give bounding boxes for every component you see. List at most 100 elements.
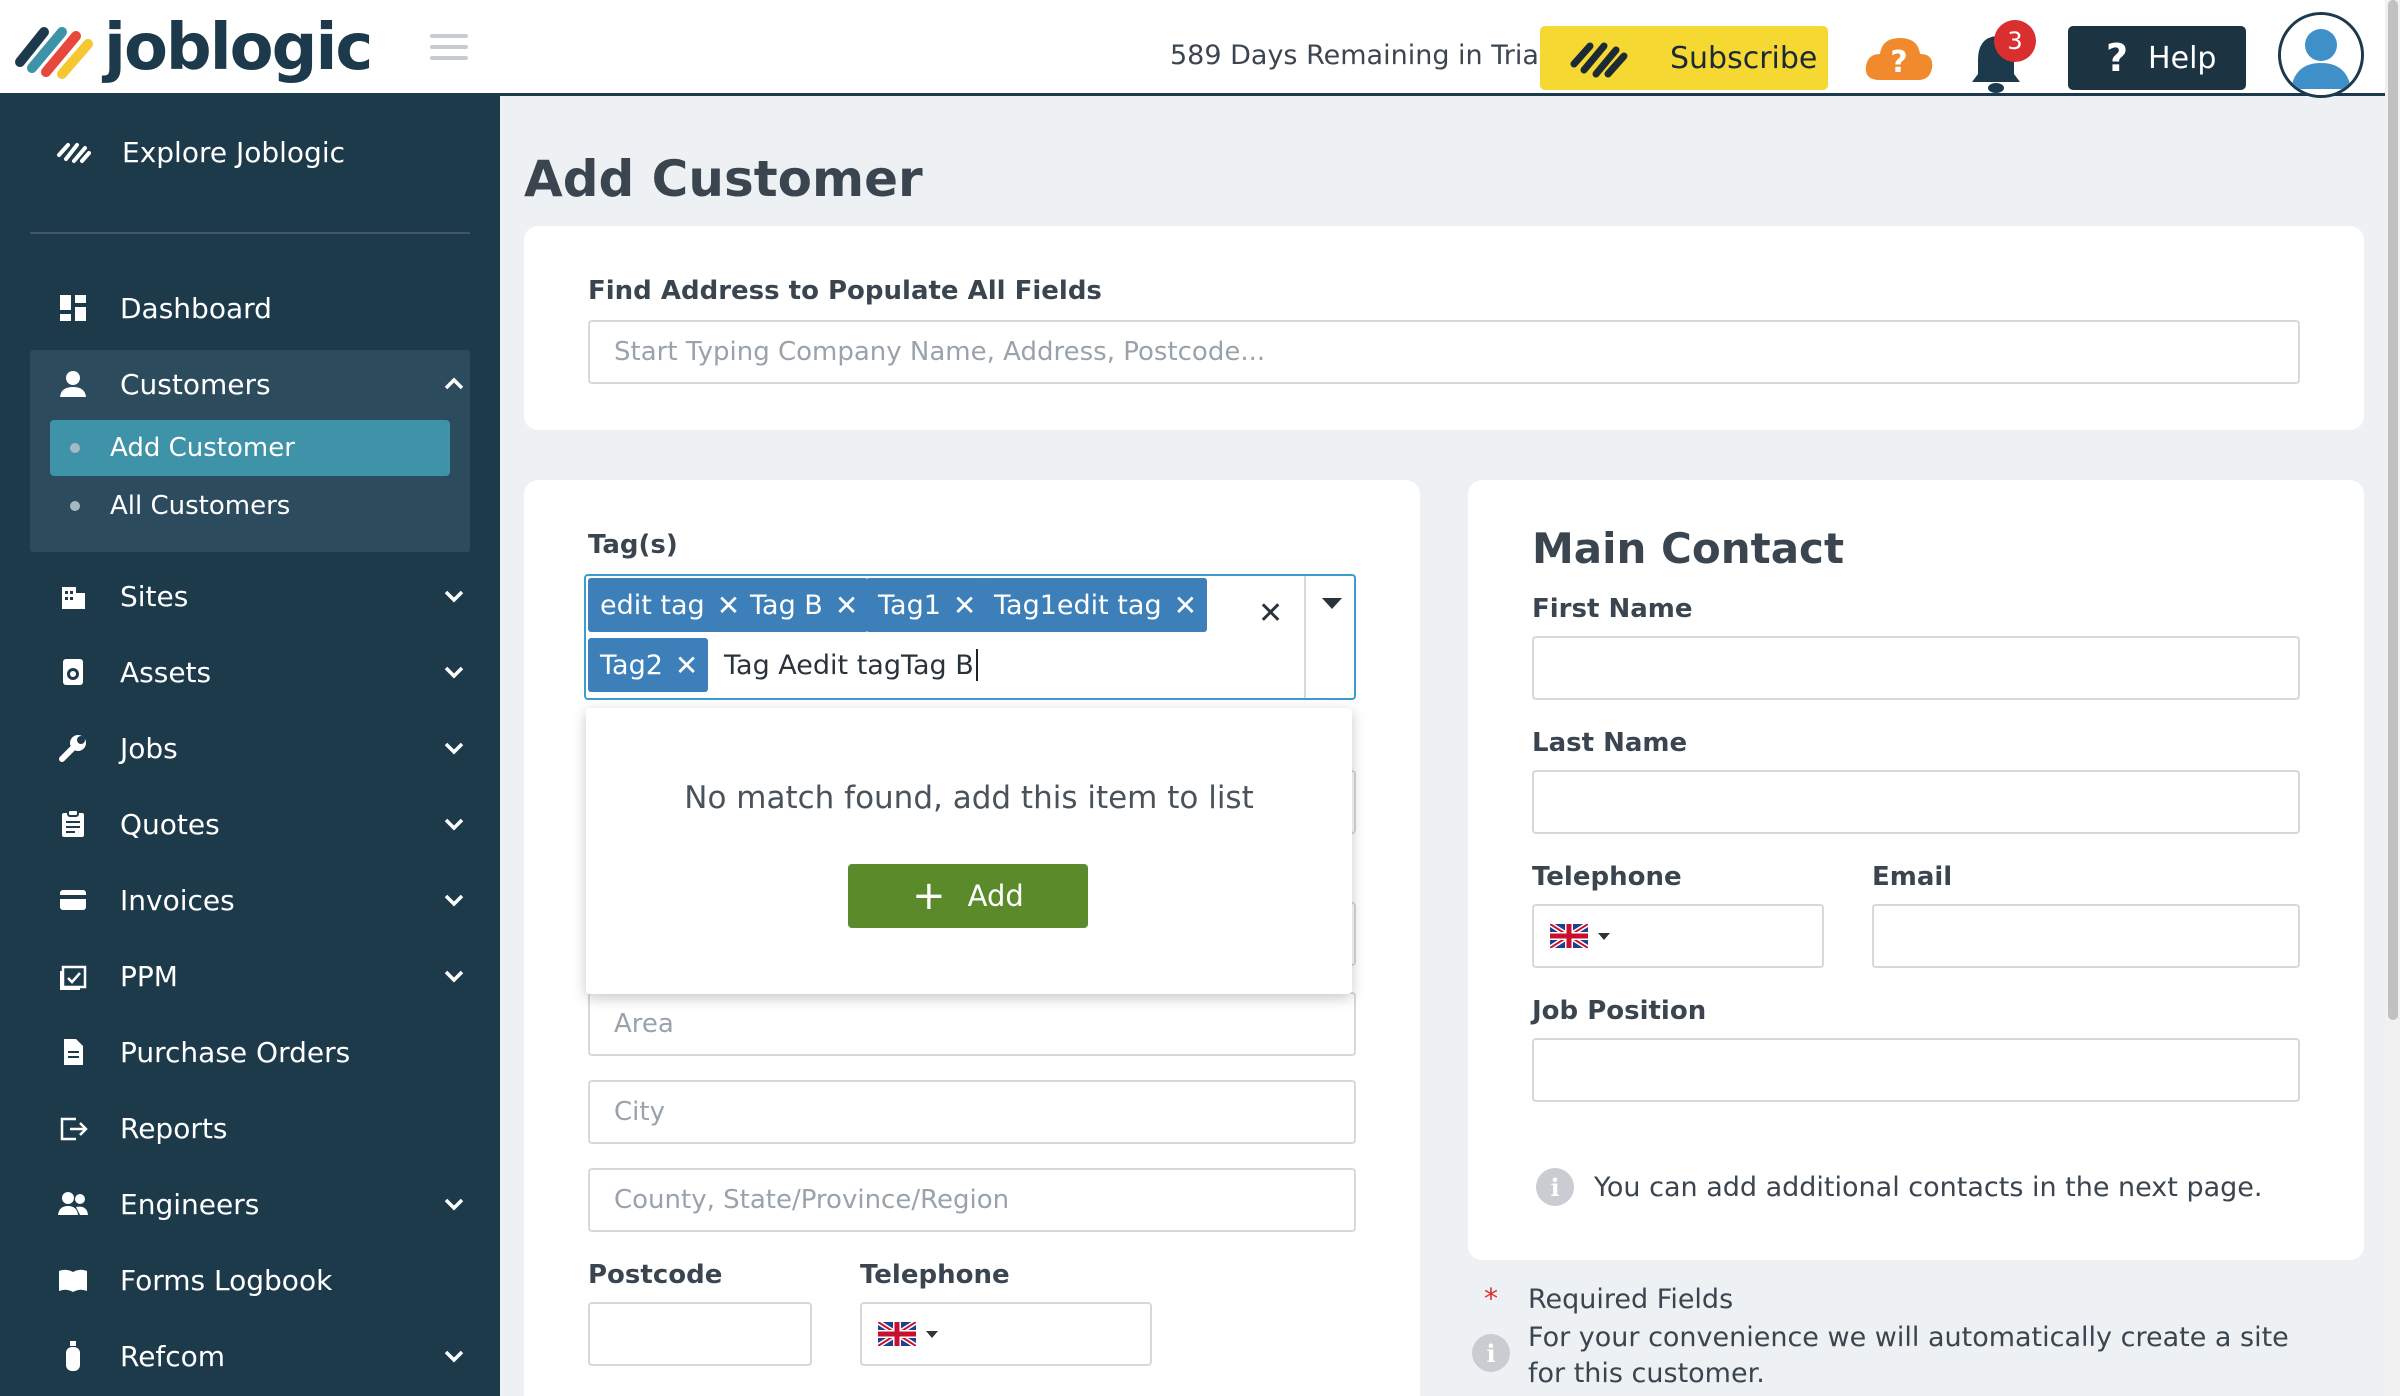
person-icon [56,367,90,401]
sidebar-item-label: Jobs [120,731,178,765]
menu-toggle-icon[interactable] [430,34,468,62]
tag-chip-label: Tag2 [600,649,663,681]
user-avatar[interactable] [2278,12,2364,98]
sidebar-item-label: Engineers [120,1187,260,1221]
sidebar-item-explore[interactable]: Explore Joblogic [56,132,345,172]
sidebar-item-dashboard[interactable]: Dashboard [56,288,466,328]
remove-tag-icon[interactable]: ✕ [1174,589,1197,622]
user-avatar-icon [2281,15,2361,95]
calendar-check-icon [56,959,90,993]
tags-search-input[interactable]: Tag Aedit tagTag B [724,638,978,692]
sidebar-item-sites[interactable]: Sites [56,576,466,616]
sidebar-subitem-all-customers[interactable]: All Customers [50,478,450,534]
email-input[interactable] [1872,904,2300,968]
telephone-label: Telephone [860,1260,1010,1290]
document-icon [56,1035,90,1069]
postcode-label: Postcode [588,1260,723,1290]
page-title: Add Customer [524,150,923,208]
tags-multiselect[interactable]: edit tag ✕ Tag B ✕ Tag1 ✕ Tag1edit tag ✕ Tag… [584,574,1356,700]
site-note-text: For your convenience we will automatical… [1528,1322,2289,1389]
additional-contacts-note: i You can add additional contacts in the… [1536,1168,2262,1206]
tag-chip-label: edit tag [600,589,705,621]
email-label: Email [1872,862,1953,892]
tag-chip[interactable]: Tag B ✕ [738,578,869,632]
remove-tag-icon[interactable]: ✕ [717,589,740,622]
sidebar-item-forms-logbook[interactable]: Forms Logbook [56,1260,466,1300]
county-input[interactable]: County, State/Province/Region [588,1168,1356,1232]
chevron-up-icon [444,377,464,390]
telephone-input[interactable] [860,1302,1152,1366]
sidebar-item-label: Customers [120,367,271,401]
tag-chip[interactable]: edit tag ✕ [588,578,751,632]
tag-chip[interactable]: Tag1edit tag ✕ [982,578,1208,632]
sidebar-item-customers[interactable]: Customers [56,364,466,404]
sidebar-item-ppm[interactable]: PPM [56,956,466,996]
sidebar-item-refcom[interactable]: Refcom [56,1336,466,1376]
last-name-input[interactable] [1532,770,2300,834]
sidebar-item-reports[interactable]: Reports [56,1108,466,1148]
logo-text: joblogic [104,11,373,85]
export-icon [56,1111,90,1145]
sidebar-item-assets[interactable]: Assets [56,652,466,692]
sidebar-item-label: Dashboard [120,291,272,325]
first-name-input[interactable] [1532,636,2300,700]
sidebar-divider [30,232,470,234]
subscribe-button[interactable]: Subscribe [1540,26,1828,90]
no-match-message: No match found, add this item to list [684,780,1254,816]
sidebar-subitem-label: All Customers [110,491,291,521]
add-tag-button[interactable]: + Add [848,864,1088,928]
scrollbar-thumb[interactable] [2388,0,2398,1020]
first-name-label: First Name [1532,594,1693,624]
tags-label: Tag(s) [588,530,678,560]
sidebar-item-label: Quotes [120,807,220,841]
book-icon [56,1263,90,1297]
clear-tags-icon[interactable]: ✕ [1258,596,1283,631]
sidebar: Explore Joblogic Dashboard Customers Add… [0,96,500,1396]
tag-chip-label: Tag1edit tag [994,589,1162,621]
cylinder-icon [56,1339,90,1373]
city-input[interactable]: City [588,1080,1356,1144]
top-bar: joblogic 589 Days Remaining in Trial Sub… [0,0,2385,98]
asset-icon [56,655,90,689]
tags-dropdown: No match found, add this item to list + … [586,708,1352,994]
people-icon [56,1187,90,1221]
sidebar-item-purchase-orders[interactable]: Purchase Orders [56,1032,466,1072]
clipboard-icon [56,807,90,841]
sidebar-subitem-label: Add Customer [110,433,295,463]
remove-tag-icon[interactable]: ✕ [675,649,698,682]
notification-count-badge: 3 [1994,20,2036,62]
tag-chip[interactable]: Tag2 ✕ [588,638,709,692]
caret-down-icon [926,1330,938,1338]
remove-tag-icon[interactable]: ✕ [835,589,858,622]
dashboard-icon [56,291,90,325]
job-position-input[interactable] [1532,1038,2300,1102]
question-icon: ? [2106,36,2129,80]
bullet-icon [70,501,80,511]
postcode-input[interactable] [588,1302,812,1366]
sidebar-subitem-add-customer[interactable]: Add Customer [50,420,450,476]
sidebar-item-engineers[interactable]: Engineers [56,1184,466,1224]
uk-flag-icon [1550,924,1588,948]
sidebar-item-jobs[interactable]: Jobs [56,728,466,768]
support-cloud-icon[interactable]: ? [1862,32,1936,84]
tag-chip[interactable]: Tag1 ✕ [866,578,987,632]
required-fields-label: Required Fields [1528,1284,1734,1315]
sidebar-item-label: Refcom [120,1339,226,1373]
subscribe-label: Subscribe [1670,40,1818,76]
help-button[interactable]: ? Help [2068,26,2246,90]
plus-icon: + [912,873,946,919]
card-icon [56,883,90,917]
remove-tag-icon[interactable]: ✕ [953,589,976,622]
chevron-down-icon [444,666,464,679]
area-input[interactable]: Area [588,992,1356,1056]
find-address-input[interactable]: Start Typing Company Name, Address, Post… [588,320,2300,384]
contact-telephone-input[interactable] [1532,904,1824,968]
info-icon: i [1472,1334,1510,1372]
required-asterisk-icon: * [1484,1282,1498,1315]
caret-down-icon[interactable] [1322,598,1342,609]
help-label: Help [2148,40,2217,76]
sidebar-item-quotes[interactable]: Quotes [56,804,466,844]
divider [1304,576,1306,698]
joblogic-logo[interactable]: joblogic [10,11,373,85]
sidebar-item-invoices[interactable]: Invoices [56,880,466,920]
